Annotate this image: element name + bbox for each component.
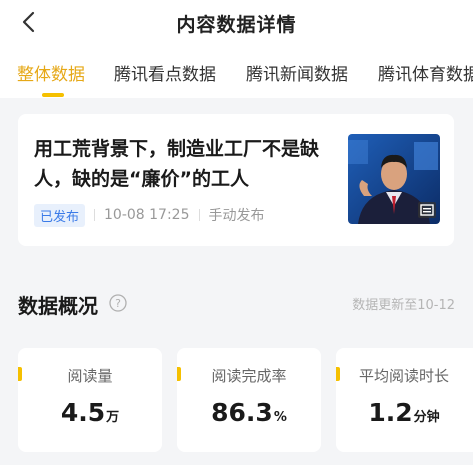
article-card[interactable]: 用工荒背景下，制造业工厂不是缺人，缺的是“廉价”的工人 已发布 10-08 17… — [18, 114, 454, 246]
tab-news[interactable]: 腾讯新闻数据 — [246, 60, 348, 85]
stat-number: 1.2 — [368, 398, 413, 427]
stat-value: 86.3% — [177, 398, 321, 427]
divider — [94, 209, 96, 221]
svg-text:?: ? — [115, 297, 121, 310]
tab-overall[interactable]: 整体数据 — [17, 60, 85, 85]
stat-value: 1.2分钟 — [336, 398, 472, 427]
tab-sports[interactable]: 腾讯体育数据 — [378, 60, 473, 85]
publish-time: 10-08 17:25 — [104, 207, 190, 223]
gallery-icon — [418, 202, 436, 218]
question-circle-icon[interactable]: ? — [109, 294, 127, 312]
stat-unit: % — [273, 410, 287, 425]
stat-unit: 万 — [106, 410, 120, 425]
tab-kandian[interactable]: 腾讯看点数据 — [114, 60, 216, 85]
section-title: 数据概况 — [18, 294, 98, 318]
stat-label: 平均阅读时长 — [358, 367, 449, 385]
page-title: 内容数据详情 — [176, 14, 297, 36]
stat-value: 4.5万 — [18, 398, 162, 427]
stat-card-reads[interactable]: 阅读量 4.5万 — [18, 348, 162, 452]
stat-label: 阅读完成率 — [211, 367, 287, 385]
update-timestamp: 数据更新至10-12 — [352, 298, 455, 313]
stat-number: 4.5 — [60, 398, 106, 427]
stat-label: 阅读量 — [67, 367, 113, 385]
article-thumbnail[interactable] — [348, 134, 440, 224]
article-title[interactable]: 用工荒背景下，制造业工厂不是缺人，缺的是“廉价”的工人 — [34, 134, 334, 194]
tab-bar: 整体数据 腾讯看点数据 腾讯新闻数据 腾讯体育数据 — [0, 46, 473, 98]
status-badge: 已发布 — [34, 203, 86, 227]
stat-number: 86.3 — [211, 398, 273, 427]
stat-card-avg-time[interactable]: 平均阅读时长 1.2分钟 — [336, 348, 473, 452]
article-meta: 已发布 10-08 17:25 手动发布 — [34, 203, 265, 227]
active-tab-indicator — [42, 93, 64, 97]
stat-unit: 分钟 — [413, 410, 440, 425]
stat-card-completion[interactable]: 阅读完成率 86.3% — [177, 348, 321, 452]
divider — [198, 209, 200, 221]
publish-method: 手动发布 — [208, 208, 265, 224]
header-bar: 内容数据详情 — [0, 0, 473, 46]
